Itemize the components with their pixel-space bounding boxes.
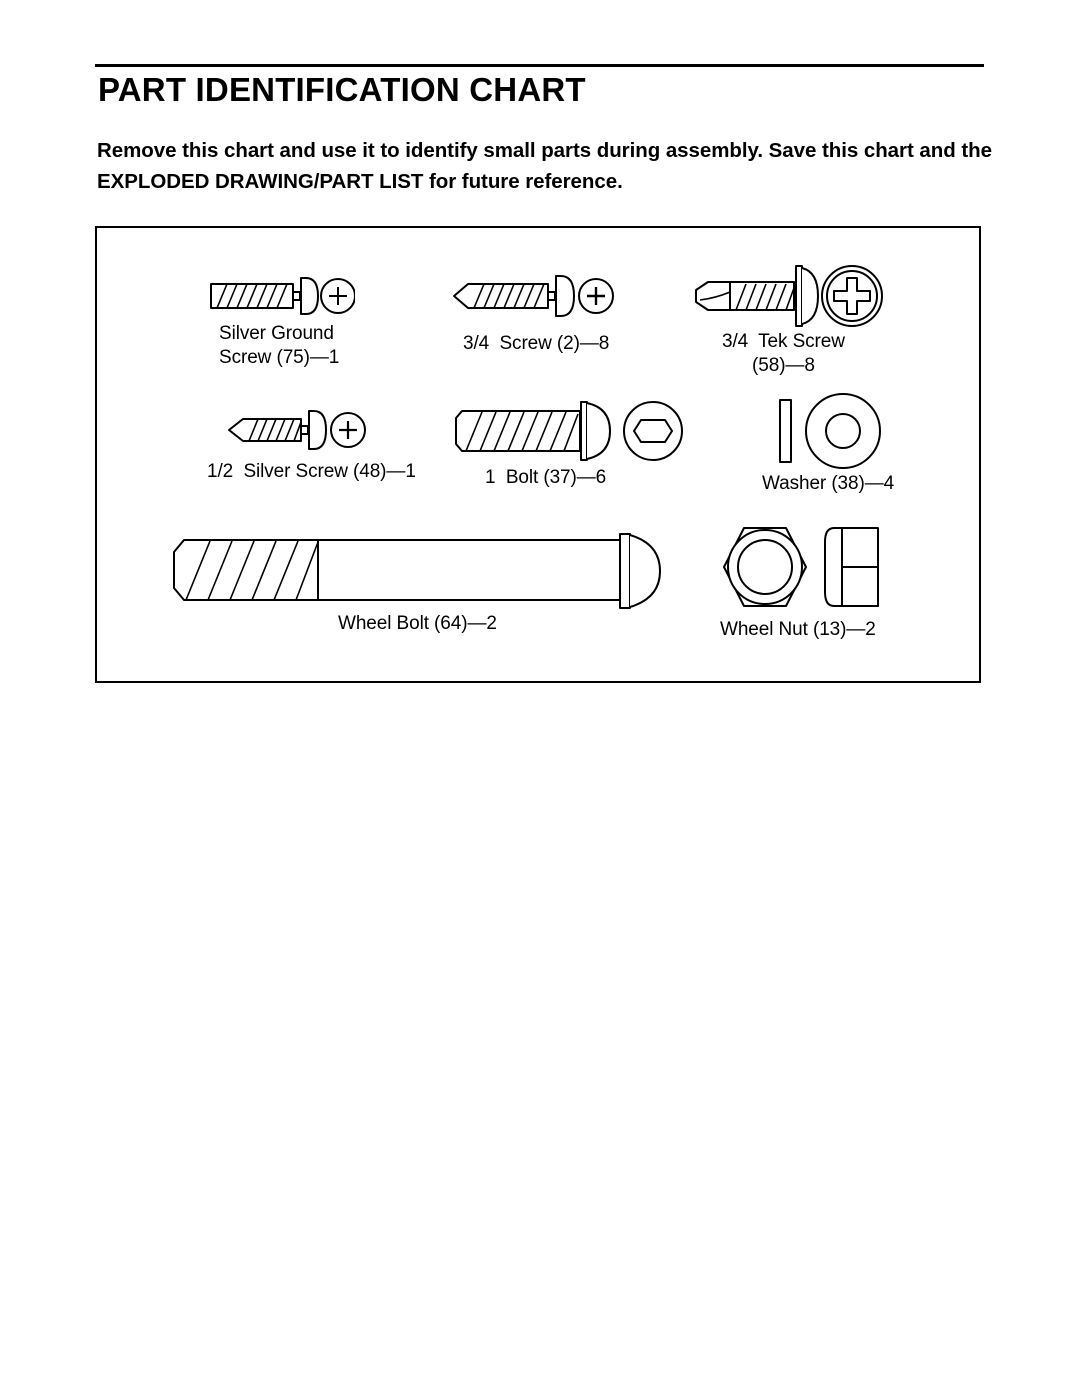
- pointed-pan-head-screw-icon: [453, 275, 614, 317]
- long-wheel-bolt-icon: [173, 533, 661, 609]
- washer-side-view-icon: [779, 393, 881, 469]
- part-label-tek-screw: 3/4 Tek Screw (58)—8: [722, 331, 845, 376]
- hex-nut-face-view-icon: [723, 527, 879, 607]
- part-label-half-silver-screw: 1/2 Silver Screw (48)—1: [207, 461, 416, 482]
- part-label-silver-ground-screw: Silver Ground Screw (75)—1: [219, 323, 340, 368]
- part-label-wheel-bolt: Wheel Bolt (64)—2: [338, 613, 497, 634]
- part-label-washer: Washer (38)—4: [762, 473, 895, 494]
- pointed-pan-head-screw-icon: [228, 410, 366, 450]
- part-label-three-quarter-screw: 3/4 Screw (2)—8: [463, 333, 610, 354]
- flat-end-pan-head-screw-icon: [210, 277, 355, 315]
- tek-self-drilling-screw-icon: [695, 265, 883, 327]
- page-title: PART IDENTIFICATION CHART: [98, 71, 586, 108]
- intro-instructions: Remove this chart and use it to identify…: [97, 139, 992, 193]
- title-divider-rule: [95, 64, 984, 67]
- dome-head-bolt-icon: [455, 401, 683, 461]
- part-label-one-inch-bolt: 1 Bolt (37)—6: [485, 467, 607, 488]
- part-label-wheel-nut: Wheel Nut (13)—2: [720, 619, 876, 640]
